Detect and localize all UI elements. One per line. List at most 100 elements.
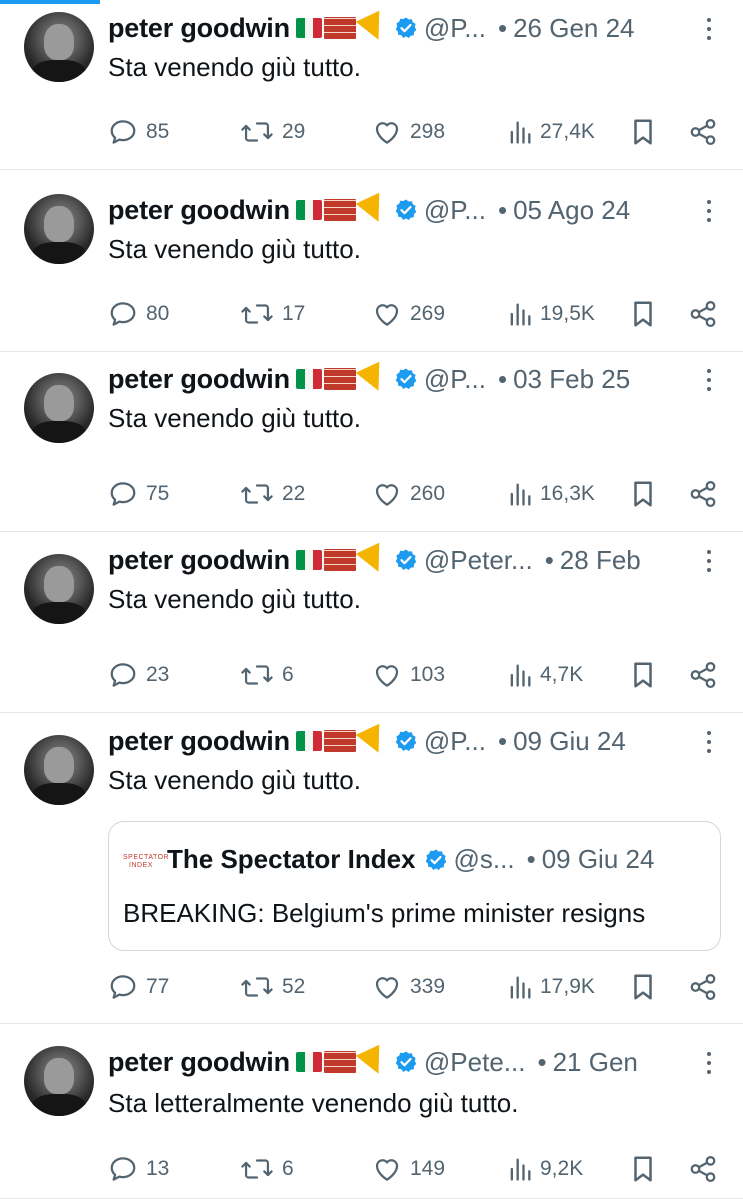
- views-button[interactable]: 9,2K: [508, 1152, 583, 1186]
- views-button[interactable]: 16,3K: [508, 477, 595, 511]
- like-count: 103: [410, 663, 446, 686]
- tweet-date[interactable]: 09 Giu 24: [513, 726, 626, 757]
- more-options-icon[interactable]: [707, 369, 713, 391]
- tweet-date[interactable]: 26 Gen 24: [513, 13, 634, 44]
- tweet[interactable]: peter goodwin @Pete... • 21 Gen Sta lett…: [0, 1024, 743, 1199]
- tweet[interactable]: peter goodwin @Peter... • 28 Feb Sta ven…: [0, 532, 743, 713]
- share-button[interactable]: [688, 970, 718, 1004]
- share-button[interactable]: [688, 477, 718, 511]
- user-handle[interactable]: @P...: [424, 364, 486, 395]
- quoted-display-name: The Spectator Index: [167, 844, 416, 874]
- views-button[interactable]: 27,4K: [508, 115, 595, 149]
- repost-button[interactable]: 29: [240, 115, 305, 149]
- user-handle[interactable]: @Peter...: [424, 545, 533, 576]
- bookmark-button[interactable]: [630, 658, 656, 692]
- avatar-face: [44, 206, 74, 242]
- repost-button[interactable]: 52: [240, 970, 305, 1004]
- avatar[interactable]: [24, 194, 94, 264]
- bookmark-button[interactable]: [630, 115, 656, 149]
- avatar[interactable]: [24, 12, 94, 82]
- display-name[interactable]: peter goodwin: [108, 195, 290, 226]
- reply-icon: [108, 660, 138, 690]
- tweet-text: Sta letteralmente venendo giù tutto.: [108, 1088, 519, 1118]
- share-button[interactable]: [688, 1152, 718, 1186]
- views-icon: [508, 300, 532, 328]
- avatar[interactable]: [24, 373, 94, 443]
- tweet-header: peter goodwin @P... • 05 Ago 24: [108, 190, 713, 230]
- heart-icon: [372, 299, 402, 329]
- quoted-tweet[interactable]: SPECTATOR INDEX The Spectator Index @s..…: [108, 821, 721, 951]
- like-button[interactable]: 339: [372, 970, 445, 1004]
- user-handle[interactable]: @P...: [424, 195, 486, 226]
- reply-button[interactable]: 13: [108, 1152, 169, 1186]
- tweet-date[interactable]: 28 Feb: [560, 545, 641, 576]
- view-count: 19,5K: [540, 302, 595, 325]
- more-options-icon[interactable]: [707, 1052, 713, 1074]
- brick-icon: [323, 549, 356, 571]
- bookmark-icon: [630, 117, 656, 147]
- more-options-icon[interactable]: [707, 200, 713, 222]
- avatar[interactable]: [24, 735, 94, 805]
- tweet[interactable]: peter goodwin @P... • 09 Giu 24 Sta vene…: [0, 713, 743, 1024]
- bookmark-button[interactable]: [630, 477, 656, 511]
- like-button[interactable]: 298: [372, 115, 445, 149]
- repost-button[interactable]: 6: [240, 1152, 294, 1186]
- bookmark-button[interactable]: [630, 970, 656, 1004]
- user-handle[interactable]: @P...: [424, 726, 486, 757]
- more-options-icon[interactable]: [707, 550, 713, 572]
- repost-icon: [240, 299, 274, 329]
- tweet-date[interactable]: 05 Ago 24: [513, 195, 630, 226]
- reply-count: 80: [146, 302, 170, 325]
- bookmark-button[interactable]: [630, 297, 656, 331]
- like-button[interactable]: 149: [372, 1152, 445, 1186]
- avatar-face: [44, 24, 74, 60]
- display-name[interactable]: peter goodwin: [108, 1047, 290, 1078]
- display-name[interactable]: peter goodwin: [108, 364, 290, 395]
- tweet-header: peter goodwin @Peter... • 28 Feb: [108, 540, 713, 580]
- quoted-tweet-header: The Spectator Index @s... • 09 Giu 24: [167, 844, 706, 875]
- tweet[interactable]: peter goodwin @P... • 26 Gen 24 Sta vene…: [0, 0, 743, 170]
- display-name[interactable]: peter goodwin: [108, 13, 290, 44]
- more-options-icon[interactable]: [707, 731, 713, 753]
- share-icon: [688, 479, 718, 509]
- reply-count: 77: [146, 975, 170, 998]
- repost-button[interactable]: 6: [240, 658, 294, 692]
- avatar[interactable]: [24, 554, 94, 624]
- pizza-icon: [355, 192, 391, 228]
- tweet[interactable]: peter goodwin @P... • 05 Ago 24 Sta vene…: [0, 182, 743, 352]
- bookmark-icon: [630, 972, 656, 1002]
- reply-button[interactable]: 77: [108, 970, 169, 1004]
- tweet-date[interactable]: 03 Feb 25: [513, 364, 630, 395]
- share-button[interactable]: [688, 115, 718, 149]
- separator-dot: •: [497, 725, 508, 756]
- share-button[interactable]: [688, 297, 718, 331]
- like-button[interactable]: 269: [372, 297, 445, 331]
- views-button[interactable]: 19,5K: [508, 297, 595, 331]
- reply-button[interactable]: 75: [108, 477, 169, 511]
- display-name[interactable]: peter goodwin: [108, 726, 290, 757]
- display-name[interactable]: peter goodwin: [108, 545, 290, 576]
- reply-button[interactable]: 80: [108, 297, 169, 331]
- reply-button[interactable]: 85: [108, 115, 169, 149]
- user-handle[interactable]: @P...: [424, 13, 486, 44]
- views-button[interactable]: 17,9K: [508, 970, 595, 1004]
- repost-button[interactable]: 22: [240, 477, 305, 511]
- repost-button[interactable]: 17: [240, 297, 305, 331]
- share-button[interactable]: [688, 658, 718, 692]
- share-icon: [688, 972, 718, 1002]
- share-icon: [688, 660, 718, 690]
- views-button[interactable]: 4,7K: [508, 658, 583, 692]
- more-options-icon[interactable]: [707, 18, 713, 40]
- verified-badge-icon: [394, 367, 418, 391]
- like-button[interactable]: 260: [372, 477, 445, 511]
- bookmark-button[interactable]: [630, 1152, 656, 1186]
- tweet-text: Sta venendo giù tutto.: [108, 52, 361, 82]
- like-button[interactable]: 103: [372, 658, 445, 692]
- tweet-date[interactable]: 21 Gen: [553, 1047, 638, 1078]
- view-count: 16,3K: [540, 482, 595, 505]
- avatar[interactable]: [24, 1046, 94, 1116]
- repost-count: 29: [282, 120, 306, 143]
- user-handle[interactable]: @Pete...: [424, 1047, 526, 1078]
- reply-button[interactable]: 23: [108, 658, 169, 692]
- tweet[interactable]: peter goodwin @P... • 03 Feb 25 Sta vene…: [0, 351, 743, 532]
